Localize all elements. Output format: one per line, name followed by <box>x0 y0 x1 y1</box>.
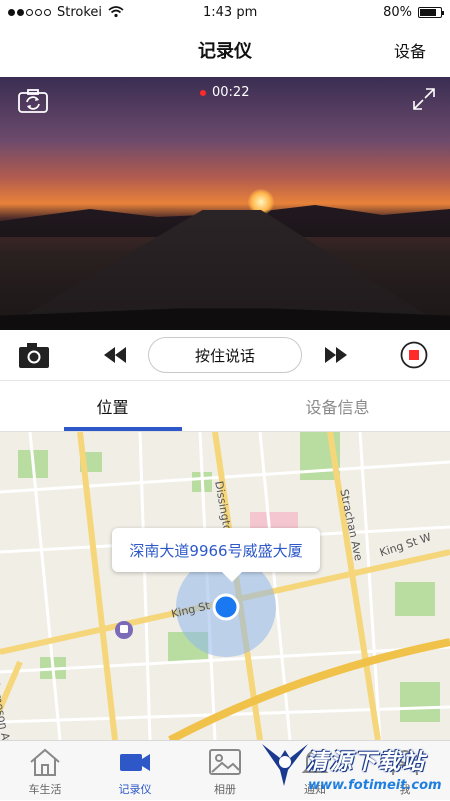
battery-percent: 80% <box>383 4 412 20</box>
current-location-icon <box>212 593 240 621</box>
watermark-logo-icon <box>262 744 308 786</box>
address-callout[interactable]: 深南大道9966号威盛大厦 <box>112 528 320 582</box>
park-area <box>395 582 435 616</box>
rewind-icon[interactable] <box>104 347 126 363</box>
tab-location[interactable]: 位置 <box>0 381 225 431</box>
status-bar: Strokei 1:43 pm 80% <box>0 0 450 24</box>
battery-icon <box>418 6 444 18</box>
switch-camera-icon[interactable] <box>18 89 48 113</box>
watermark: 清源下载站 www.fotimeit.com <box>258 738 448 800</box>
fullscreen-icon[interactable] <box>412 87 436 111</box>
photo-icon <box>209 749 241 775</box>
status-right: 80% <box>383 4 444 20</box>
video-preview[interactable]: 00:22 <box>0 77 450 330</box>
info-tabs: 位置 设备信息 <box>0 380 450 432</box>
clock-label: 1:43 pm <box>203 4 258 20</box>
carrier-label: Strokei <box>57 4 103 20</box>
location-map[interactable]: Dissington Ave Strachan Ave King St W Ki… <box>0 432 450 740</box>
tab-recorder[interactable]: 记录仪 <box>90 741 180 801</box>
map-canvas <box>0 432 450 740</box>
camera-snapshot-icon[interactable] <box>18 341 50 369</box>
wifi-icon <box>108 6 124 18</box>
battery-fill <box>420 8 436 16</box>
watermark-url: www.fotimeit.com <box>308 778 442 793</box>
stop-record-icon[interactable] <box>400 341 428 369</box>
video-camera-icon <box>120 754 150 771</box>
tab-device-info[interactable]: 设备信息 <box>225 381 450 431</box>
park-area <box>400 682 440 722</box>
push-to-talk-button[interactable]: 按住说话 <box>148 337 302 373</box>
tab-car-life[interactable]: 车生活 <box>0 741 90 801</box>
tab-indicator <box>64 427 182 431</box>
tab-album-label: 相册 <box>214 783 236 796</box>
signal-icon <box>8 8 51 16</box>
page-title: 记录仪 <box>198 41 252 62</box>
tab-car-life-label: 车生活 <box>28 783 62 796</box>
recording-time-label: 00:22 <box>212 85 250 100</box>
watermark-title: 清源下载站 <box>306 750 427 775</box>
video-controls: 按住说话 <box>0 330 450 380</box>
nav-bar: 记录仪 设备 <box>0 24 450 76</box>
tab-album[interactable]: 相册 <box>180 741 270 801</box>
tab-recorder-label: 记录仪 <box>118 783 152 796</box>
recording-timer: 00:22 <box>200 85 249 100</box>
home-icon <box>30 748 60 776</box>
recording-dot-icon <box>200 89 206 96</box>
device-button[interactable]: 设备 <box>394 38 426 62</box>
fast-forward-icon[interactable] <box>325 347 347 363</box>
status-left: Strokei <box>8 5 124 20</box>
